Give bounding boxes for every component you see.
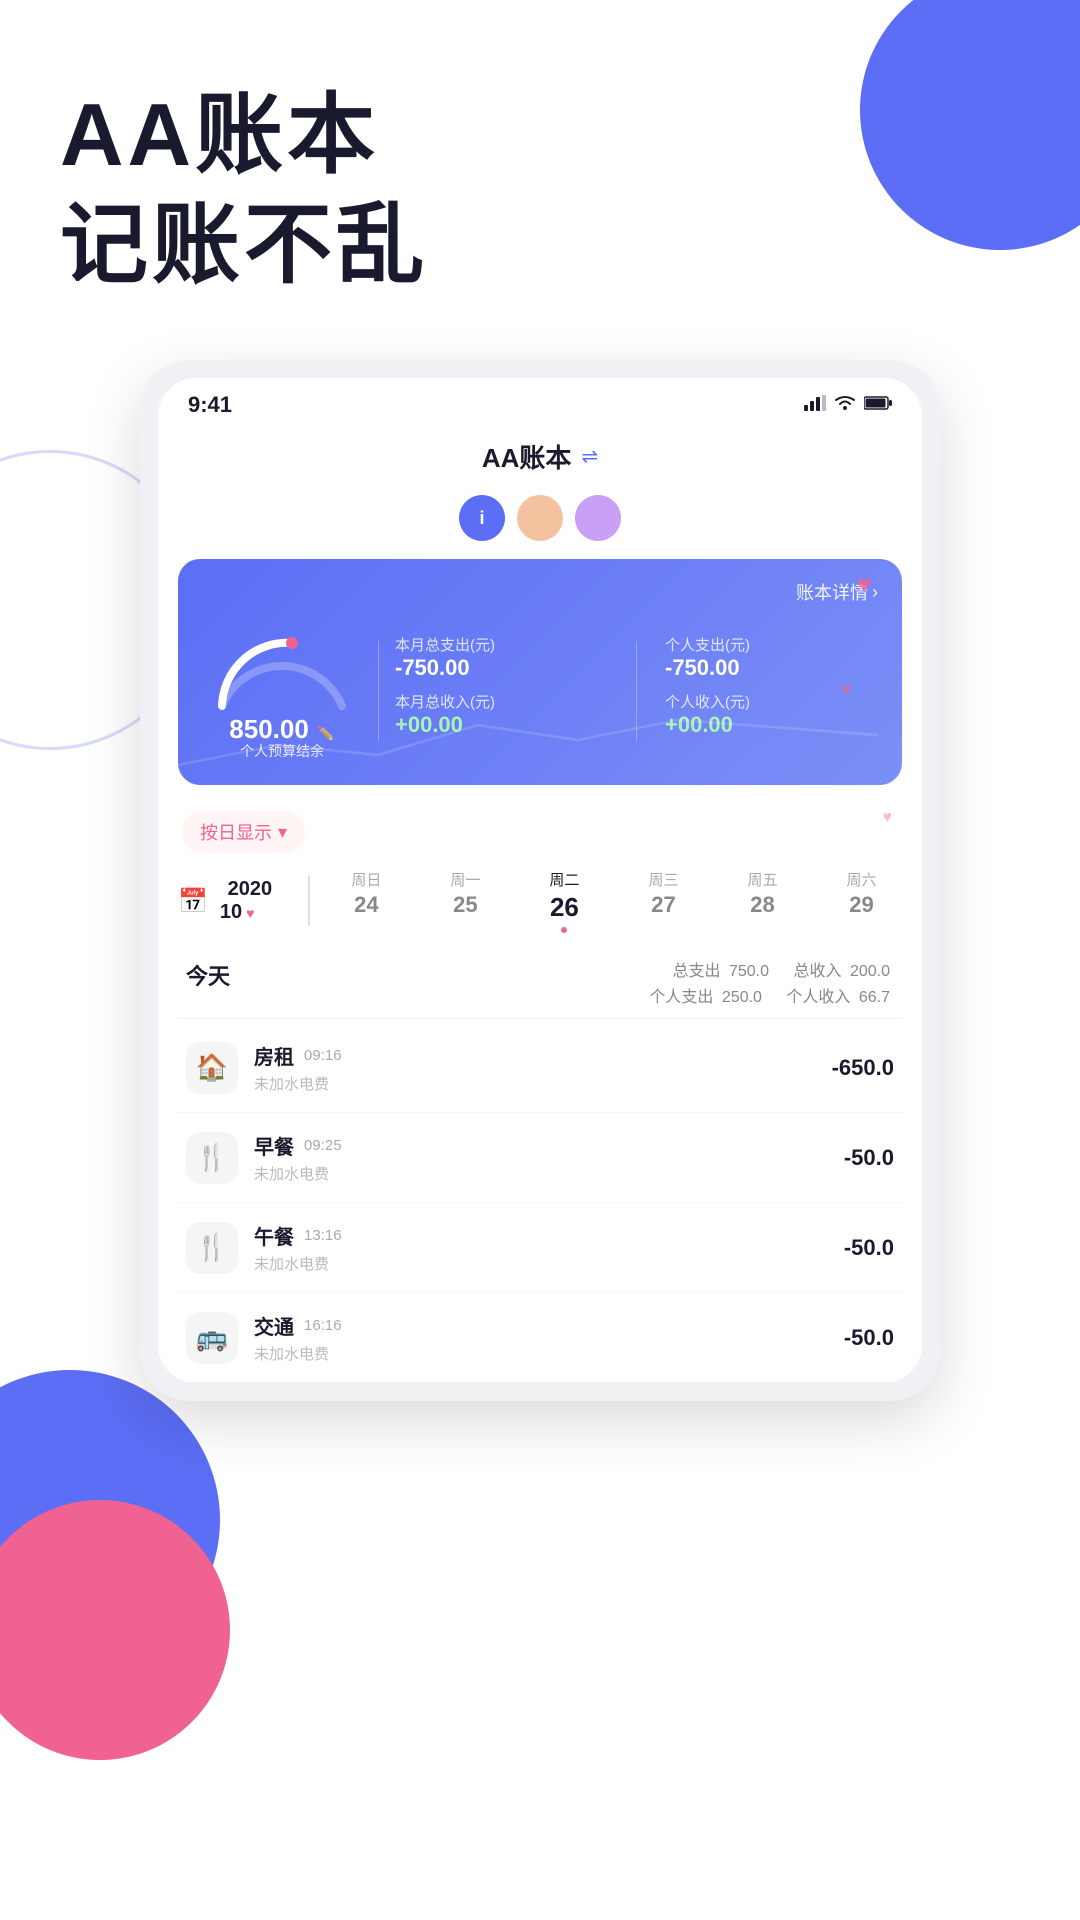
monthly-income-row: 本月总收入(元) +00.00 [395,691,608,738]
transaction-header: 今天 总支出 750.0 总收入 200.0 个人支出 250.0 个人收入 [178,945,902,1019]
transaction-section: 今天 总支出 750.0 总收入 200.0 个人支出 250.0 个人收入 [158,945,922,1383]
battery-icon [864,396,892,415]
tx-info-0: 房租 09:16 未加水电费 [254,1041,816,1094]
hero-title-line2: 记账不乱 [60,190,1020,300]
tx-today-label: 今天 [186,959,230,991]
swap-icon[interactable]: ⇌ [581,444,598,469]
tx-icon-2: 🍴 [186,1222,238,1274]
phone-screen: 9:41 AA账本 ⇌ [158,378,922,1383]
calendar-bar: 📅 2020 10 ♥ 周日 24 周一 25 周二 26 周三 27 [158,861,922,945]
hero-title-line1: AA账本 [60,80,1020,190]
tx-icon-1: 🍴 [186,1132,238,1184]
avatar-blue: i [459,495,505,541]
tx-amount-1: -50.0 [844,1145,894,1171]
wifi-icon [834,395,856,416]
status-time: 9:41 [188,392,232,418]
cal-year-month: 2020 10 ♥ [220,878,280,924]
cal-days: 周日 24 周一 25 周二 26 周三 27 周五 28 周六 29 [326,869,902,933]
heart-deco-2: ♥ [840,679,852,702]
cal-day-25[interactable]: 周一 25 [450,869,480,933]
phone-container: 9:41 AA账本 ⇌ [140,360,940,1401]
personal-expense-row: 个人支出(元) -750.00 [665,634,878,681]
status-icons [804,395,892,416]
cal-month: 10 ♥ [220,901,280,924]
cal-day-24[interactable]: 周日 24 [351,869,381,933]
monthly-expense-label: 本月总支出(元) [395,634,608,655]
transaction-item-0[interactable]: 🏠 房租 09:16 未加水电费 -650.0 [178,1023,902,1113]
edit-icon: ✏️ [317,725,334,741]
avatar-peach [517,495,563,541]
cal-day-29[interactable]: 周六 29 [846,869,876,933]
budget-gauge: 850.00 ✏️ 个人预算结余 [202,621,362,761]
tx-amount-2: -50.0 [844,1235,894,1261]
stats-card-body: 850.00 ✏️ 个人预算结余 本月总支出(元) -750.00 [202,621,878,761]
app-header: AA账本 ⇌ [158,426,922,487]
transaction-item-1[interactable]: 🍴 早餐 09:25 未加水电费 -50.0 [178,1113,902,1203]
filter-chevron: ▾ [278,822,287,843]
filter-label: 按日显示 [200,819,272,845]
stats-divider-2 [636,641,637,741]
heart-deco-1: ♥ [857,569,872,600]
tx-info-2: 午餐 13:16 未加水电费 [254,1221,828,1274]
monthly-income-value: +00.00 [395,712,608,738]
monthly-expense-row: 本月总支出(元) -750.00 [395,634,608,681]
transaction-list: 🏠 房租 09:16 未加水电费 -650.0 🍴 早餐 09:25 未加水电费… [178,1023,902,1383]
stats-card: 账本详情 › [178,559,902,785]
avatar-row: i [158,487,922,549]
status-bar: 9:41 [158,378,922,426]
stats-card-header: 账本详情 › [202,579,878,605]
stats-divider-1 [378,641,379,741]
hero-title: AA账本 记账不乱 [60,80,1020,300]
monthly-stats-col: 本月总支出(元) -750.00 本月总收入(元) +00.00 [395,634,608,748]
heart-deco-3: ♥ [883,809,893,827]
hero-section: AA账本 记账不乱 [0,0,1080,340]
personal-expense-label: 个人支出(元) [665,634,878,655]
calendar-icon: 📅 [178,887,208,916]
monthly-expense-value: -750.00 [395,655,608,681]
filter-button[interactable]: 按日显示 ▾ [182,811,305,853]
app-header-title: AA账本 [482,438,572,475]
cal-month-heart: ♥ [246,905,254,921]
monthly-income-label: 本月总收入(元) [395,691,608,712]
transaction-item-2[interactable]: 🍴 午餐 13:16 未加水电费 -50.0 [178,1203,902,1293]
avatar-purple [575,495,621,541]
tx-amount-3: -50.0 [844,1325,894,1351]
phone-frame: 9:41 AA账本 ⇌ [140,360,940,1401]
tx-icon-3: 🚌 [186,1312,238,1364]
tx-info-1: 早餐 09:25 未加水电费 [254,1131,828,1184]
personal-income-value: +00.00 [665,712,878,738]
cal-divider [308,876,310,926]
budget-label: 个人预算结余 [202,741,362,761]
cal-day-26[interactable]: 周二 26 [549,869,579,933]
tx-icon-0: 🏠 [186,1042,238,1094]
tx-summary: 总支出 750.0 总收入 200.0 个人支出 250.0 个人收入 66.7 [649,959,894,1010]
tx-info-3: 交通 16:16 未加水电费 [254,1311,828,1364]
filter-bar: 按日显示 ▾ [158,795,922,861]
budget-amount: 850.00 [229,714,309,744]
cal-day-28[interactable]: 周五 28 [747,869,777,933]
transaction-item-3[interactable]: 🚌 交通 16:16 未加水电费 -50.0 [178,1293,902,1383]
signal-icon [804,395,826,416]
cal-day-27[interactable]: 周三 27 [648,869,678,933]
cal-year: 2020 [220,878,280,901]
personal-expense-value: -750.00 [665,655,878,681]
tx-amount-0: -650.0 [832,1055,894,1081]
